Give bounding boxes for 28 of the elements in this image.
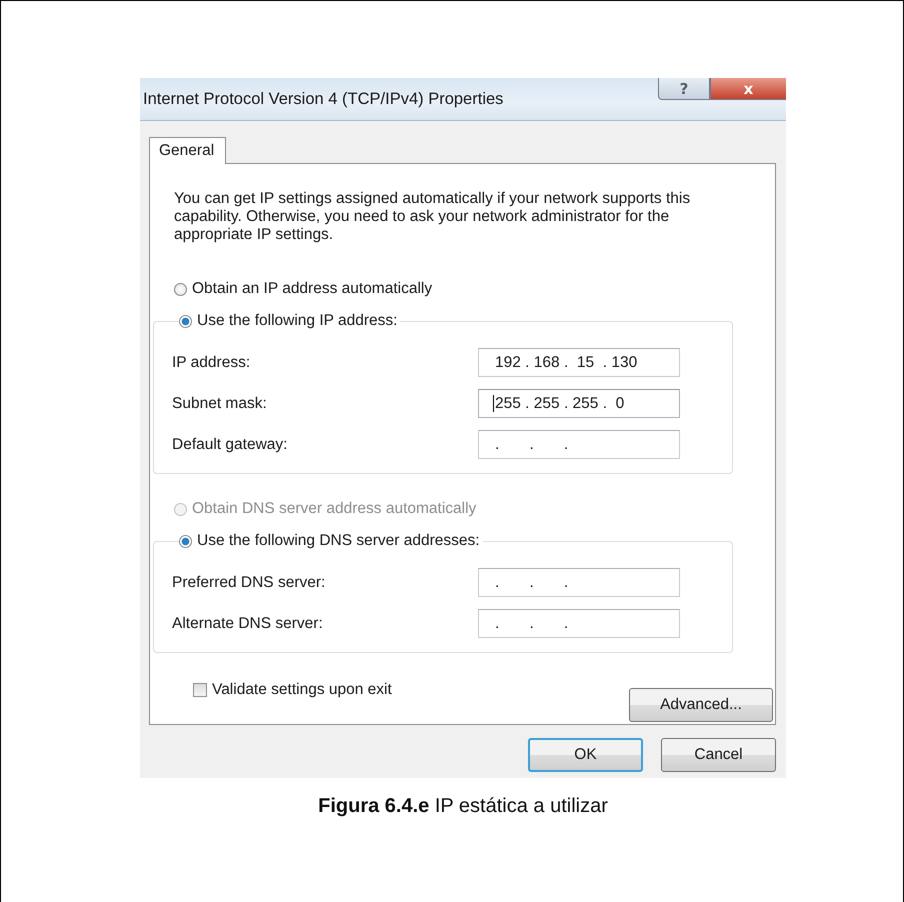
advanced-button[interactable]: Advanced... (629, 688, 773, 722)
field-label: IP address: (172, 354, 250, 372)
ip-input-field[interactable]: 192 . 168 . 15 . 130 (478, 348, 680, 377)
checkbox[interactable] (193, 683, 207, 697)
help-button[interactable]: ? (658, 78, 710, 100)
tab[interactable]: General (149, 137, 226, 164)
ip-input-field[interactable]: 255 . 255 . 255 . 0 (478, 389, 680, 418)
ip-input-field[interactable]: . . . (478, 430, 680, 459)
radio-button[interactable] (174, 282, 187, 296)
description-text: You can get IP settings assigned automatically if your network supports this capability. Otherwise, you need to ask your network administrator for the appropriate IP settings. (174, 190, 692, 244)
radio-label: Use the following IP address: (197, 312, 398, 330)
ip-input-field[interactable]: . . . (478, 568, 680, 597)
radio-label: Obtain an IP address automatically (192, 280, 432, 298)
figure-caption: Figura 6.4.e IP estática a utilizar (317, 795, 609, 818)
radio-button[interactable] (179, 314, 192, 328)
ip-input-field[interactable]: . . . (478, 609, 680, 638)
dialog-button[interactable]: OK (528, 738, 643, 772)
checkbox-label: Validate settings upon exit (212, 681, 392, 699)
close-button[interactable]: x (710, 78, 786, 100)
field-label: Preferred DNS server: (172, 574, 326, 592)
radio-label: Obtain DNS server address automatically (192, 500, 476, 518)
window-title: Internet Protocol Version 4 (TCP/IPv4) Properties (142, 89, 504, 110)
radio-label: Use the following DNS server addresses: (197, 532, 480, 550)
field-label: Subnet mask: (172, 394, 267, 412)
field-label: Alternate DNS server: (172, 614, 323, 632)
radio-button[interactable] (179, 534, 192, 548)
dialog-button[interactable]: Cancel (661, 738, 776, 772)
field-label: Default gateway: (172, 436, 288, 454)
